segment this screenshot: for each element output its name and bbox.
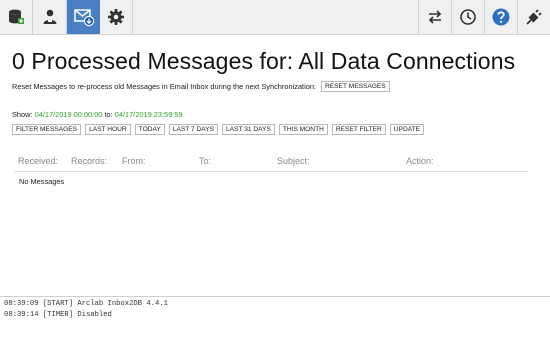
log-line: 08:39:14 [TIMER] Disabled <box>4 311 112 319</box>
connector-button[interactable] <box>517 0 550 34</box>
column-action: Action: <box>406 156 434 166</box>
column-records: Records: <box>71 156 108 166</box>
column-from: From: <box>122 156 146 166</box>
column-to: To: <box>199 156 212 166</box>
user-config-icon <box>41 8 59 26</box>
reset-messages-row: Reset Messages to re-process old Message… <box>12 79 390 93</box>
last-7-days-button[interactable]: LAST 7 DAYS <box>168 124 218 135</box>
date-to: 04/17/2019 23:59:59 <box>114 110 183 119</box>
sync-button[interactable] <box>418 0 451 34</box>
database-add-icon <box>7 8 25 26</box>
column-received: Received: <box>18 156 59 166</box>
update-button[interactable]: UPDATE <box>389 124 425 135</box>
gear-icon <box>107 8 125 26</box>
to-label: to: <box>104 110 113 119</box>
log-line: 08:39:09 [START] Arclab Inbox2DB 4.4.1 <box>4 300 168 308</box>
plugin-connector-icon <box>525 8 543 26</box>
database-add-button[interactable] <box>0 0 33 34</box>
clock-icon <box>459 8 477 26</box>
reset-description: Reset Messages to re-process old Message… <box>12 81 316 91</box>
date-range-line: Show: 04/17/2019 00:00:00 to: 04/17/2019… <box>12 110 183 119</box>
column-subject: Subject: <box>277 156 310 166</box>
help-button[interactable] <box>484 0 517 34</box>
last-hour-button[interactable]: LAST HOUR <box>85 124 131 135</box>
empty-state-text: No Messages <box>19 177 65 186</box>
app-window: 0 Processed Messages for: All Data Conne… <box>0 0 550 345</box>
filter-messages-button[interactable]: FILTER MESSAGES <box>12 124 82 135</box>
last-31-days-button[interactable]: LAST 31 DAYS <box>221 124 275 135</box>
date-from: 04/17/2019 00:00:00 <box>34 110 103 119</box>
filter-buttons: FILTER MESSAGES LAST HOUR TODAY LAST 7 D… <box>12 124 425 135</box>
settings-button[interactable] <box>100 0 133 34</box>
today-button[interactable]: TODAY <box>134 124 165 135</box>
log-console[interactable]: 08:39:09 [START] Arclab Inbox2DB 4.4.1 0… <box>0 296 550 345</box>
sync-arrows-icon <box>426 8 444 26</box>
page-title: 0 Processed Messages for: All Data Conne… <box>12 48 516 74</box>
reset-messages-button[interactable]: RESET MESSAGES <box>321 80 390 92</box>
toolbar <box>0 0 550 35</box>
reset-filter-button[interactable]: RESET FILTER <box>331 124 386 135</box>
email-download-button[interactable] <box>67 0 100 34</box>
messages-panel: 0 Processed Messages for: All Data Conne… <box>0 35 550 296</box>
this-month-button[interactable]: THIS MONTH <box>278 124 328 135</box>
header-divider <box>14 171 528 172</box>
scheduler-button[interactable] <box>451 0 484 34</box>
email-download-icon <box>73 7 95 27</box>
user-config-button[interactable] <box>34 0 67 34</box>
help-icon <box>491 7 511 27</box>
show-label: Show: <box>12 110 33 119</box>
